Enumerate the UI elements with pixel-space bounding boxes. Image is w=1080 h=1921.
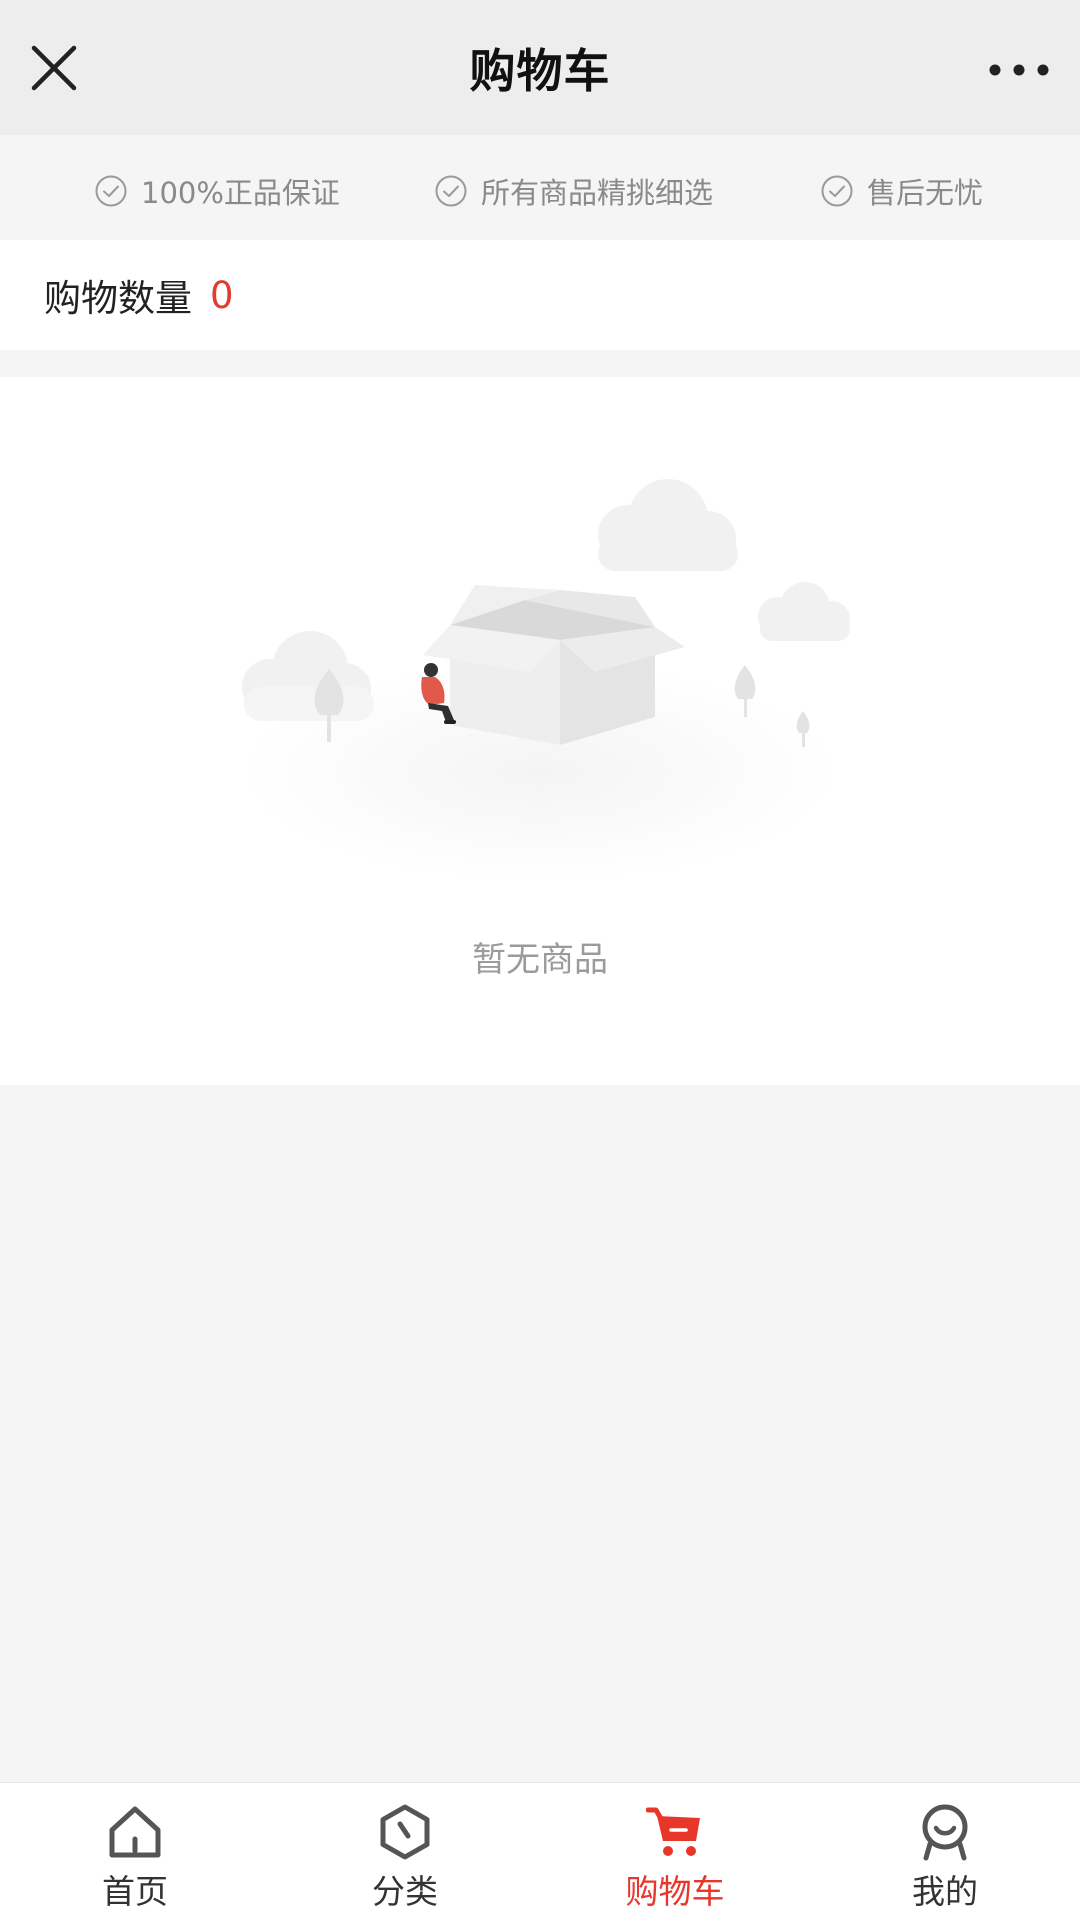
guarantee-item-aftersale: 售后无忧 [820,170,983,212]
bottom-tab-bar: 首页 分类 购物车 我的 [0,1782,1080,1921]
tab-label: 购物车 [625,1872,725,1911]
empty-cart-text: 暂无商品 [472,940,608,980]
guarantee-item-authentic: 100%正品保证 [94,170,340,212]
check-circle-icon [435,175,467,207]
cart-count-label: 购物数量 [44,277,192,320]
more-icon[interactable] [986,50,1052,90]
guarantee-strip: 100%正品保证 所有商品精挑细选 售后无忧 [0,135,1080,240]
tab-home[interactable]: 首页 [0,1783,270,1921]
page-title: 购物车 [469,43,611,98]
tab-cart[interactable]: 购物车 [540,1783,810,1921]
cart-count-value: 0 [210,273,234,317]
guarantee-label: 售后无忧 [867,176,984,210]
cart-count-bar: 购物数量 0 [0,240,1080,350]
cart-icon [646,1807,700,1856]
tab-category[interactable]: 分类 [270,1783,540,1921]
guarantee-item-selected: 所有商品精挑细选 [434,170,713,212]
tab-label: 分类 [372,1872,438,1911]
guarantee-label: 所有商品精挑细选 [481,176,714,210]
tab-label: 首页 [102,1872,168,1911]
tab-label: 我的 [912,1872,978,1911]
nav-header: 购物车 [0,0,1080,135]
category-icon [380,1804,430,1860]
home-icon [109,1806,161,1858]
empty-box-illustration [240,479,850,877]
tab-profile[interactable]: 我的 [810,1783,1080,1921]
profile-icon [922,1804,968,1861]
check-circle-icon [95,175,127,207]
check-circle-icon [821,175,853,207]
guarantee-label: 100%正品保证 [141,176,340,210]
close-icon[interactable] [26,40,82,96]
empty-cart-panel: 暂无商品 [0,377,1080,1085]
